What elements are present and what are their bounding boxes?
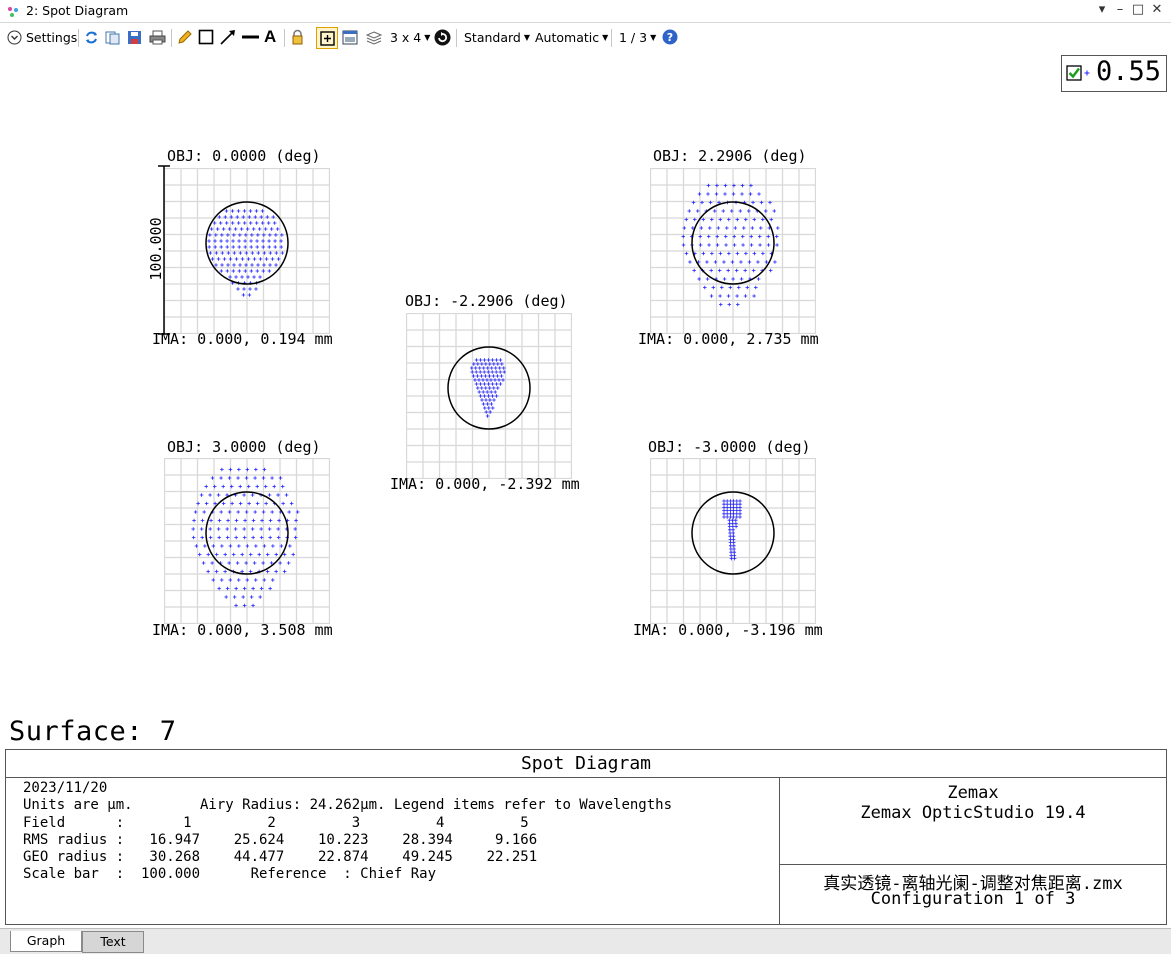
save-icon (128, 30, 141, 44)
field-4-ima-label: IMA: 0.000, 3.508 mm (152, 621, 333, 639)
separator (611, 29, 612, 47)
info-units: Units are µm. Airy Radius: 24.262µm. Leg… (23, 797, 673, 813)
window-icon (342, 30, 358, 44)
field-1-spot-grid (164, 168, 330, 334)
copy-button[interactable] (105, 26, 121, 48)
window-menu-button[interactable]: ▾ (1093, 2, 1111, 17)
tab-text[interactable]: Text (82, 931, 144, 953)
spot-diagram-plot: OBJ: 0.0000 (deg) IMA: 0.000, 0.194 mm O… (0, 52, 1171, 748)
svg-text:?: ? (667, 31, 673, 44)
field-3-spot-grid (406, 313, 572, 479)
update-button[interactable] (84, 26, 99, 48)
spot-diagram-app-icon (6, 4, 20, 23)
automatic-label: Automatic (535, 29, 600, 45)
layers-icon (366, 30, 382, 45)
tab-graph[interactable]: Graph (10, 931, 82, 952)
settings-button[interactable]: Settings (7, 26, 77, 48)
info-configuration: Configuration 1 of 3 (870, 889, 1076, 909)
field-1-obj-label: OBJ: 0.0000 (deg) (167, 147, 321, 165)
separator (456, 29, 457, 47)
field-5-spot-grid (650, 458, 816, 624)
line-tool[interactable] (242, 26, 259, 48)
lock-button[interactable] (290, 26, 305, 48)
title-bar: 2: Spot Diagram ▾ – □ ✕ (0, 0, 1171, 23)
layout-dropdown[interactable]: 3 x 4 ▼ (390, 26, 430, 48)
refresh-icon (86, 31, 97, 43)
page-dropdown[interactable]: 1 / 3 ▼ (619, 26, 656, 48)
field-2-spot-grid (650, 168, 816, 334)
info-field-row: Field : 1 2 3 4 5 (23, 815, 529, 831)
chevron-circle-icon (7, 30, 22, 44)
info-company: Zemax (947, 783, 999, 803)
layout-label: 3 x 4 (390, 29, 422, 45)
layers-button[interactable] (366, 26, 382, 48)
ray-spots (191, 467, 300, 608)
automatic-dropdown[interactable]: Automatic ▼ (535, 26, 608, 48)
toolbar: Settings A 3 x 4 ▼ Standard ▼ Automatic … (0, 23, 1171, 51)
text-icon: A (264, 27, 277, 46)
info-scale-row: Scale bar : 100.000 Reference : Chief Ra… (23, 866, 437, 882)
auto-apply-button[interactable] (434, 26, 451, 48)
scale-bar-label: 100.000 (147, 217, 165, 281)
dropdown-caret-icon: ▼ (602, 32, 609, 42)
surface-label: Surface: 7 (9, 716, 177, 747)
ray-spots (469, 358, 506, 418)
rectangle-tool[interactable] (198, 26, 214, 48)
tab-bar: Graph Text (0, 928, 1171, 954)
dropdown-caret-icon: ▼ (424, 32, 431, 42)
separator (171, 29, 172, 47)
field-3-obj-label: OBJ: -2.2906 (deg) (405, 292, 568, 310)
window-button[interactable] (342, 26, 358, 48)
info-heading: Spot Diagram (6, 750, 1166, 778)
maximize-button[interactable]: □ (1129, 2, 1147, 17)
refresh-circle-icon (434, 29, 451, 45)
fit-window-icon (319, 30, 335, 46)
info-geo-row: GEO radius : 30.268 44.477 22.874 49.245… (23, 849, 538, 865)
rectangle-icon (198, 29, 214, 45)
standard-dropdown[interactable]: Standard ▼ (464, 26, 530, 48)
separator (78, 29, 79, 47)
field-4-obj-label: OBJ: 3.0000 (deg) (167, 438, 321, 456)
pencil-icon (178, 29, 192, 44)
field-4-spot-grid (164, 458, 330, 624)
lock-icon (292, 29, 303, 45)
info-rms-row: RMS radius : 16.947 25.624 10.223 28.394… (23, 832, 538, 848)
field-5-ima-label: IMA: 0.000, -3.196 mm (633, 621, 823, 639)
field-2-obj-label: OBJ: 2.2906 (deg) (653, 147, 807, 165)
info-panel: Spot Diagram 2023/11/20 Units are µm. Ai… (5, 749, 1167, 925)
close-button[interactable]: ✕ (1148, 2, 1166, 17)
divider (780, 864, 1166, 865)
arrow-tool[interactable] (220, 26, 237, 48)
print-button[interactable] (149, 26, 166, 48)
field-3-ima-label: IMA: 0.000, -2.392 mm (390, 475, 580, 493)
pencil-tool[interactable] (177, 26, 192, 48)
fit-window-button[interactable] (316, 27, 338, 49)
settings-label: Settings (26, 29, 78, 45)
separator (284, 29, 285, 47)
field-5-obj-label: OBJ: -3.0000 (deg) (648, 438, 811, 456)
standard-label: Standard (464, 29, 521, 45)
page-label: 1 / 3 (619, 29, 648, 45)
dropdown-caret-icon: ▼ (523, 32, 531, 42)
copy-icon (105, 31, 120, 44)
field-2-ima-label: IMA: 0.000, 2.735 mm (638, 330, 819, 348)
arrow-icon (220, 30, 235, 45)
printer-icon (149, 30, 166, 44)
line-icon (242, 35, 259, 39)
help-button[interactable]: ? (662, 26, 678, 48)
minimize-button[interactable]: – (1111, 2, 1129, 17)
text-tool[interactable]: A (264, 26, 276, 48)
help-icon: ? (662, 29, 678, 45)
save-button[interactable] (127, 26, 143, 48)
field-1-ima-label: IMA: 0.000, 0.194 mm (152, 330, 333, 348)
info-date: 2023/11/20 (23, 780, 108, 796)
dropdown-caret-icon: ▼ (650, 32, 657, 42)
info-product: Zemax OpticStudio 19.4 (860, 803, 1086, 823)
window-title: 2: Spot Diagram (26, 3, 129, 18)
